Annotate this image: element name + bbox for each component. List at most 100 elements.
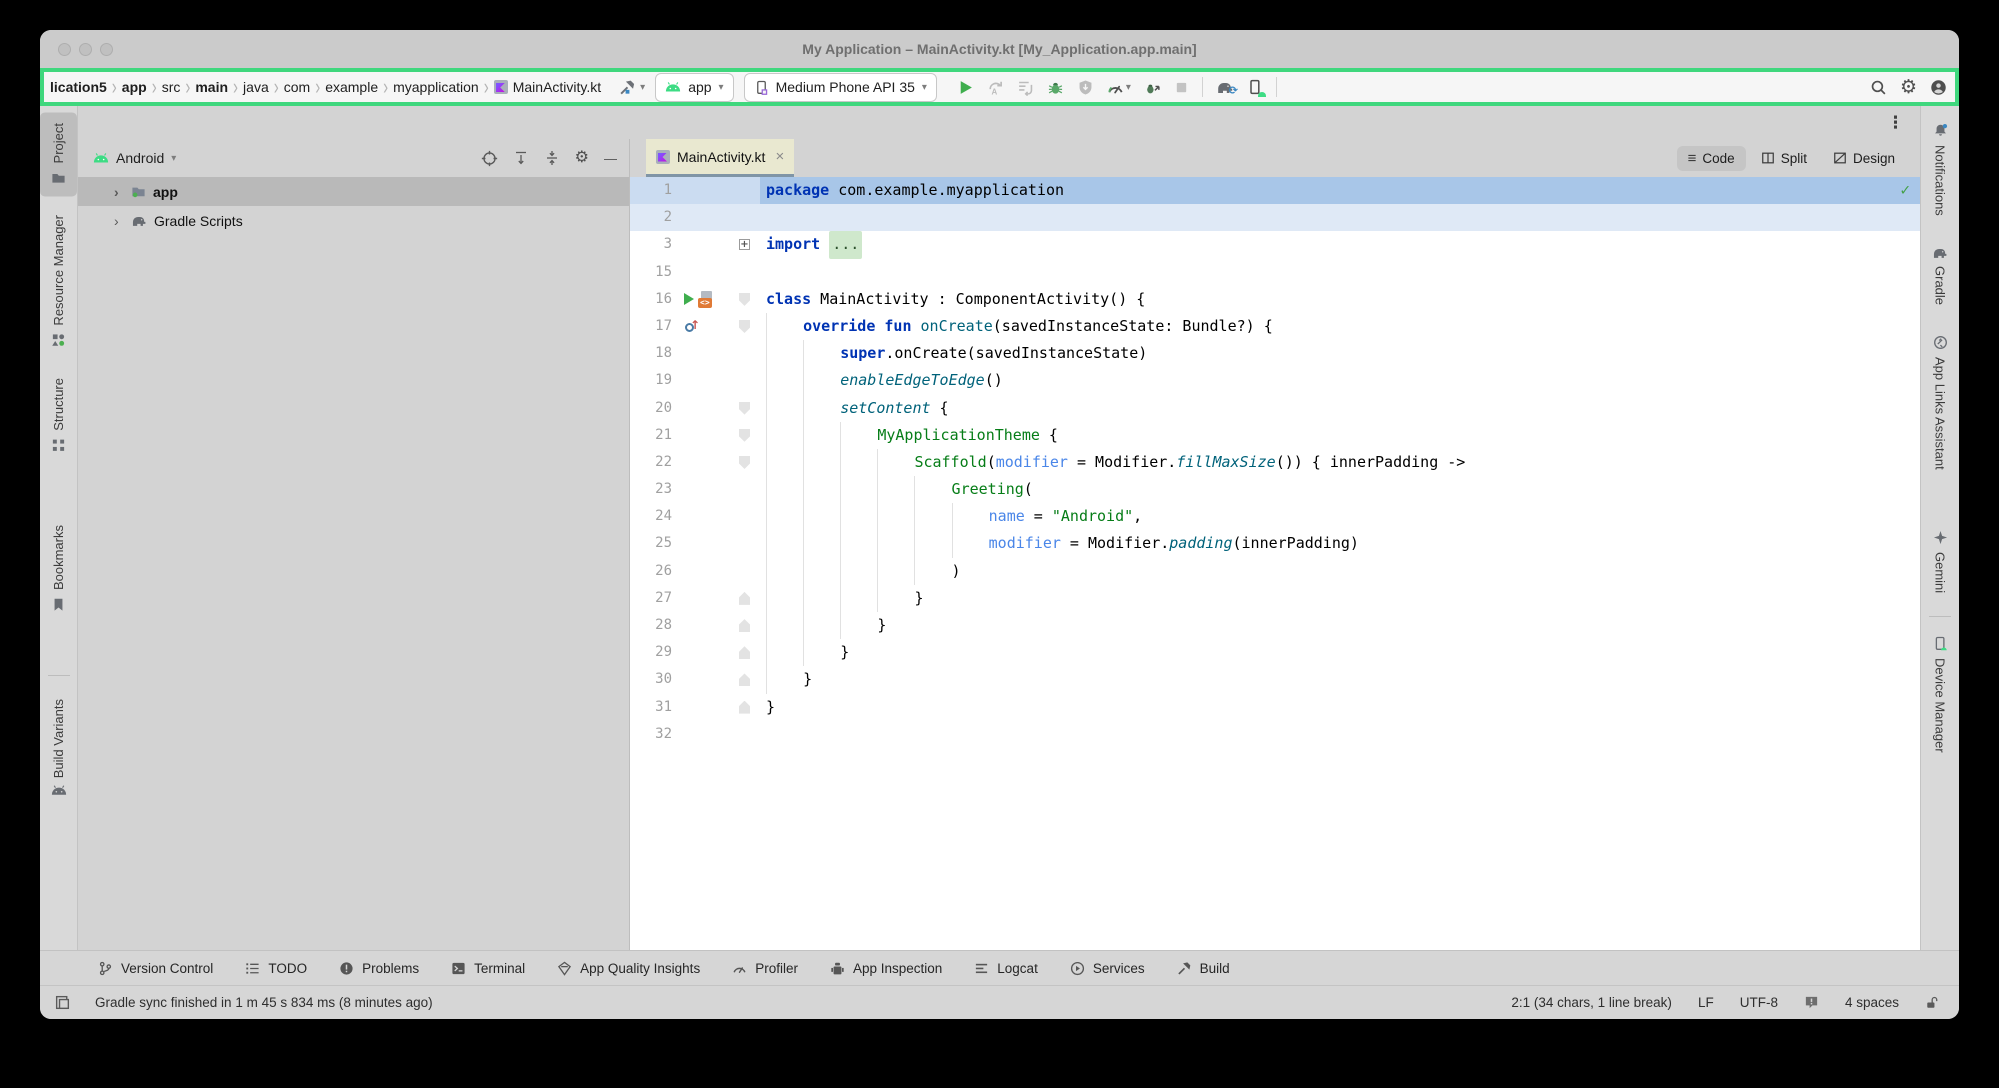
code-line[interactable]: 20setContent { <box>630 395 1920 422</box>
tool-strip-tab-device-manager[interactable]: Device Manager <box>1921 625 1959 764</box>
line-ending-widget[interactable]: LF <box>1698 995 1714 1010</box>
breadcrumb-item-mainactivity-kt[interactable]: MainActivity.kt <box>492 79 603 95</box>
expand-all-icon[interactable] <box>513 150 529 166</box>
code-line[interactable]: 30} <box>630 666 1920 693</box>
breadcrumb-item-myapplication[interactable]: myapplication <box>391 79 481 95</box>
project-tree-item-app[interactable]: ›app <box>78 177 629 206</box>
chevron-right-icon[interactable]: › <box>114 184 124 200</box>
code-line[interactable]: 29} <box>630 639 1920 666</box>
fold-marker-icon[interactable] <box>739 320 750 333</box>
encoding-widget[interactable]: UTF-8 <box>1740 995 1778 1010</box>
code-editor[interactable]: 1package com.example.myapplication23+imp… <box>630 177 1920 950</box>
zoom-window-button[interactable] <box>100 43 113 56</box>
code-line[interactable]: 16class MainActivity : ComponentActivity… <box>630 286 1920 313</box>
tool-window-button-services[interactable]: Services <box>1070 961 1145 976</box>
toolbar-profiler-button[interactable]: ▾ <box>1107 79 1131 96</box>
fold-marker-icon[interactable] <box>739 429 750 442</box>
code-line[interactable]: 15 <box>630 259 1920 286</box>
tool-window-button-version-control[interactable]: Version Control <box>98 961 213 976</box>
fold-marker-icon[interactable] <box>739 619 750 632</box>
tool-strip-tab-bookmarks[interactable]: Bookmarks <box>40 514 77 623</box>
locate-file-icon[interactable] <box>481 150 498 167</box>
minimize-window-button[interactable] <box>79 43 92 56</box>
code-line[interactable]: 23Greeting( <box>630 476 1920 503</box>
code-line[interactable]: 2 <box>630 204 1920 231</box>
tool-strip-tab-gradle[interactable]: Gradle <box>1921 235 1959 316</box>
tool-window-button-terminal[interactable]: Terminal <box>451 961 525 976</box>
breadcrumb-item-main[interactable]: main <box>193 79 230 95</box>
indent-widget[interactable]: 4 spaces <box>1845 995 1899 1010</box>
tool-strip-tab-notifications[interactable]: Notifications <box>1921 112 1959 227</box>
toolbar-apply-code-changes-button[interactable] <box>1017 79 1034 96</box>
view-mode-split[interactable]: Split <box>1750 146 1818 171</box>
tool-window-button-todo[interactable]: TODO <box>245 961 307 976</box>
code-line[interactable]: 3+import ... <box>630 231 1920 258</box>
hide-panel-icon[interactable]: — <box>604 152 617 165</box>
caret-position-widget[interactable]: 2:1 (34 chars, 1 line break) <box>1511 995 1672 1010</box>
toolbar-apply-changes-button[interactable]: A <box>987 79 1004 96</box>
code-line[interactable]: 32 <box>630 721 1920 748</box>
editor-options-icon[interactable]: ⋮ <box>1887 113 1904 133</box>
chevron-right-icon[interactable]: › <box>114 213 124 229</box>
run-config-selector[interactable]: app ▾ <box>655 73 733 102</box>
fold-marker-icon[interactable] <box>739 456 750 469</box>
fold-marker-icon[interactable] <box>739 646 750 659</box>
code-line[interactable]: 25modifier = Modifier.padding(innerPaddi… <box>630 530 1920 557</box>
panel-settings-icon[interactable]: ⚙ <box>575 150 589 166</box>
tool-strip-tab-project[interactable]: Project <box>40 112 77 196</box>
fold-marker-icon[interactable]: + <box>739 239 750 250</box>
close-tab-icon[interactable]: × <box>775 148 784 165</box>
code-line[interactable]: 28} <box>630 612 1920 639</box>
tool-strip-tab-resource-manager[interactable]: Resource Manager <box>40 204 77 359</box>
code-line[interactable]: 26) <box>630 558 1920 585</box>
code-line[interactable]: 27} <box>630 585 1920 612</box>
chevron-down-icon[interactable]: ▾ <box>171 153 176 164</box>
toolbar-run-button[interactable] <box>957 79 974 96</box>
code-line[interactable]: 31} <box>630 694 1920 721</box>
code-line[interactable]: 21MyApplicationTheme { <box>630 422 1920 449</box>
toolbar-attach-debugger-button[interactable] <box>1144 79 1161 96</box>
breadcrumb-item-lication5[interactable]: lication5 <box>48 79 109 95</box>
view-mode-code[interactable]: ≡Code <box>1677 146 1746 171</box>
toolbar-settings-button[interactable]: ⚙ <box>1900 78 1917 97</box>
tool-strip-tab-build-variants[interactable]: Build Variants <box>40 688 77 806</box>
view-mode-design[interactable]: Design <box>1822 146 1906 171</box>
toolbar-account-button[interactable] <box>1930 79 1947 96</box>
tool-window-button-app-inspection[interactable]: App Inspection <box>830 961 942 976</box>
unlock-icon[interactable] <box>1925 995 1939 1010</box>
toolbar-profile-app-button[interactable] <box>1077 79 1094 96</box>
code-line[interactable]: 17override fun onCreate(savedInstanceSta… <box>630 313 1920 340</box>
code-line[interactable]: 19enableEdgeToEdge() <box>630 367 1920 394</box>
code-line[interactable]: 18super.onCreate(savedInstanceState) <box>630 340 1920 367</box>
tool-window-button-logcat[interactable]: Logcat <box>974 961 1038 976</box>
tool-strip-tab-app-links-assistant[interactable]: App Links Assistant <box>1921 324 1959 481</box>
code-line[interactable]: 22Scaffold(modifier = Modifier.fillMaxSi… <box>630 449 1920 476</box>
code-line[interactable]: 24name = "Android", <box>630 503 1920 530</box>
tool-window-button-build[interactable]: Build <box>1177 961 1230 976</box>
breadcrumb-item-com[interactable]: com <box>282 79 312 95</box>
overrides-method-gutter-icon[interactable] <box>684 319 701 334</box>
collapse-all-icon[interactable] <box>544 150 560 166</box>
code-line[interactable]: 1package com.example.myapplication <box>630 177 1920 204</box>
fold-marker-icon[interactable] <box>739 701 750 714</box>
build-project-button[interactable]: ▾ <box>619 79 645 96</box>
breadcrumb-item-src[interactable]: src <box>160 79 183 95</box>
breadcrumb-item-example[interactable]: example <box>323 79 380 95</box>
project-view-mode[interactable]: Android <box>116 150 164 166</box>
tool-strip-tab-gemini[interactable]: Gemini <box>1921 519 1959 604</box>
breadcrumb-item-app[interactable]: app <box>120 79 149 95</box>
fold-marker-icon[interactable] <box>739 673 750 686</box>
tool-window-button-problems[interactable]: Problems <box>339 961 419 976</box>
toolbar-device-manager-button[interactable] <box>1247 79 1263 95</box>
close-window-button[interactable] <box>58 43 71 56</box>
tool-window-button-app-quality-insights[interactable]: App Quality Insights <box>557 961 700 976</box>
fold-marker-icon[interactable] <box>739 402 750 415</box>
toolbar-stop-button[interactable] <box>1174 80 1189 95</box>
toolbar-debug-button[interactable] <box>1047 79 1064 96</box>
toolbar-sync-gradle-button[interactable]: ⟳ <box>1216 80 1234 94</box>
fold-marker-icon[interactable] <box>739 592 750 605</box>
tool-window-button-profiler[interactable]: Profiler <box>732 961 798 976</box>
feedback-callout-icon[interactable] <box>1804 995 1819 1010</box>
run-gutter-icon[interactable] <box>684 293 694 305</box>
device-selector[interactable]: Medium Phone API 35 ▾ <box>744 73 937 102</box>
